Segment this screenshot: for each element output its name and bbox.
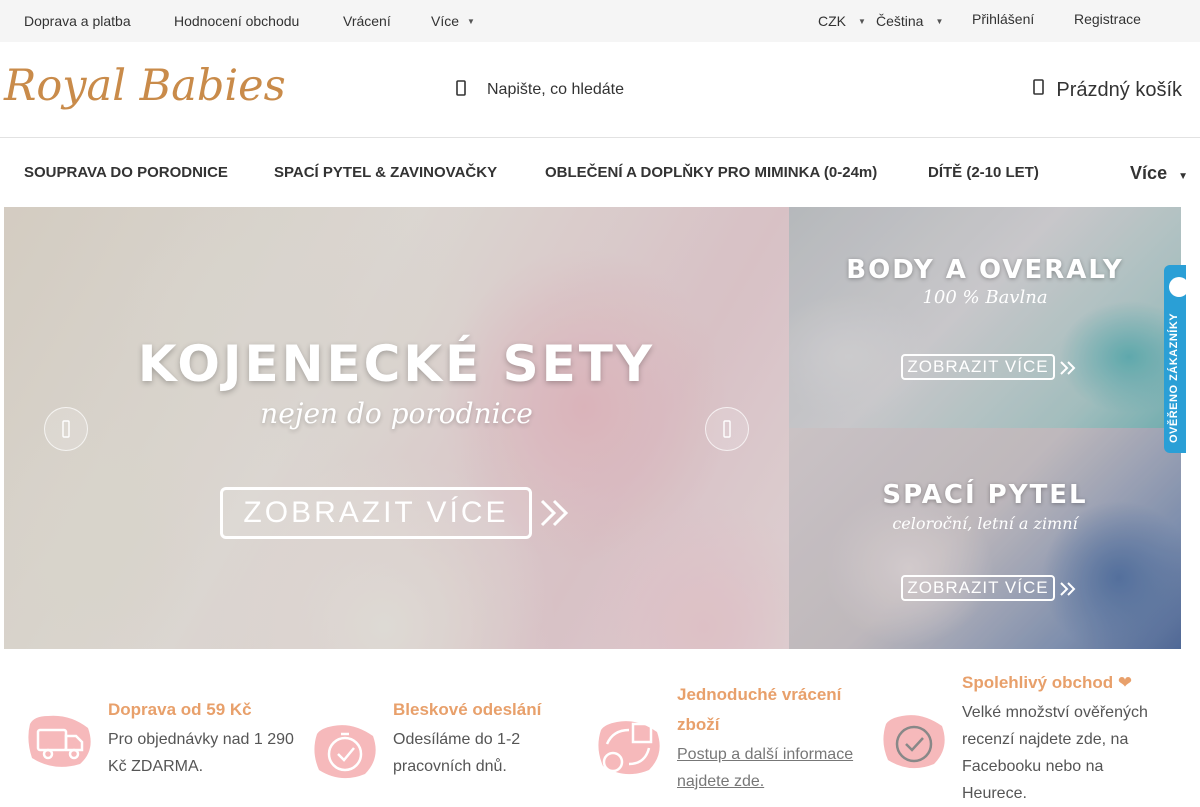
category-nav: SOUPRAVA DO PORODNICE SPACÍ PYTEL & ZAVI… bbox=[0, 139, 1200, 207]
double-chevron-icon bbox=[540, 499, 569, 527]
register-link[interactable]: Registrace bbox=[1074, 0, 1141, 40]
feature-title: Spolehlivý obchod ❤ bbox=[962, 673, 1133, 692]
feature-desc-line: Heurece. bbox=[962, 785, 1027, 802]
more-links-dropdown[interactable]: Více ▼ bbox=[431, 0, 475, 42]
nav-more-button[interactable]: Více ▼ bbox=[1130, 139, 1188, 207]
stopwatch-icon bbox=[314, 725, 376, 779]
nav-more-label: Více bbox=[1130, 163, 1168, 183]
arrow-left-icon bbox=[62, 420, 70, 438]
double-chevron-icon bbox=[1060, 361, 1076, 375]
feature-desc-line: recenzí najdete zde, na bbox=[962, 731, 1129, 748]
feature-desc-line: Facebooku nebo na bbox=[962, 758, 1104, 775]
hero-show-more-button[interactable]: ZOBRAZIT VÍCE bbox=[220, 487, 532, 539]
feature-reliable-shop: Spolehlivý obchod ❤ Velké množství ověře… bbox=[878, 660, 1178, 802]
hero-subtitle: nejen do porodnice bbox=[260, 397, 533, 430]
store-rating-link[interactable]: Hodnocení obchodu bbox=[174, 0, 299, 42]
side-banner-subtitle: celoroční, letní a zimní bbox=[892, 514, 1078, 533]
language-select[interactable]: Čeština ▼ bbox=[876, 0, 943, 42]
search-placeholder: Napište, co hledáte bbox=[487, 81, 624, 98]
chevron-down-icon: ▼ bbox=[1178, 171, 1188, 182]
side-banner-show-more-button[interactable]: ZOBRAZIT VÍCE bbox=[901, 575, 1055, 601]
more-links-label: Více bbox=[431, 13, 460, 29]
feature-title: zboží bbox=[677, 715, 720, 734]
login-link[interactable]: Přihlášení bbox=[972, 0, 1034, 40]
feature-desc-line: pracovních dnů. bbox=[393, 758, 507, 775]
feature-fast-dispatch: Bleskové odeslání Odesíláme do 1-2 praco… bbox=[309, 660, 589, 800]
feature-title: Doprava od 59 Kč bbox=[108, 700, 252, 719]
side-banner-bodysuits[interactable]: BODY A OVERALY 100 % Bavlna ZOBRAZIT VÍC… bbox=[789, 207, 1181, 428]
feature-title: Jednoduché vrácení bbox=[677, 685, 842, 704]
side-banner-show-more-button[interactable]: ZOBRAZIT VÍCE bbox=[901, 354, 1055, 380]
chevron-down-icon: ▼ bbox=[467, 16, 475, 26]
nav-item-kids[interactable]: DÍTĚ (2-10 LET) bbox=[928, 139, 1039, 207]
double-chevron-icon bbox=[1060, 582, 1076, 596]
verified-by-customers-tab[interactable]: OVĚŘENO ZÁKAZNÍKY bbox=[1164, 265, 1186, 453]
side-banner-title: BODY A OVERALY bbox=[846, 255, 1124, 285]
shipping-payment-link[interactable]: Doprava a platba bbox=[24, 0, 131, 42]
feature-easy-returns: Jednoduché vrácení zboží Postup a další … bbox=[593, 660, 873, 800]
cart-icon bbox=[1032, 76, 1046, 104]
nav-item-baby-clothing[interactable]: OBLEČENÍ A DOPLŇKY PRO MIMINKA (0-24m) bbox=[545, 139, 877, 207]
feature-desc-line: Pro objednávky nad 1 290 bbox=[108, 731, 294, 748]
truck-icon bbox=[28, 715, 91, 767]
checkmark-circle-icon bbox=[883, 715, 945, 769]
arrow-right-icon bbox=[723, 420, 731, 438]
slider-prev-button[interactable] bbox=[44, 407, 88, 451]
nav-item-maternity-set[interactable]: SOUPRAVA DO PORODNICE bbox=[24, 139, 228, 207]
logo[interactable]: Royal Babies bbox=[4, 54, 286, 118]
side-banner-sleeping-bag[interactable]: SPACÍ PYTEL celoroční, letní a zimní ZOB… bbox=[789, 428, 1181, 649]
verified-tab-label: OVĚŘENO ZÁKAZNÍKY bbox=[1168, 312, 1180, 443]
returns-info-link[interactable]: najdete zde. bbox=[677, 768, 764, 795]
side-banner-title: SPACÍ PYTEL bbox=[882, 480, 1088, 510]
search-icon bbox=[450, 77, 472, 104]
currency-select[interactable]: CZK ▼ bbox=[818, 0, 866, 42]
chevron-down-icon: ▼ bbox=[858, 16, 866, 26]
search-input[interactable]: Napište, co hledáte bbox=[450, 72, 624, 108]
hero-banner[interactable]: KOJENECKÉ SETY nejen do porodnice ZOBRAZ… bbox=[4, 207, 789, 649]
nav-item-sleeping-bag[interactable]: SPACÍ PYTEL & ZAVINOVAČKY bbox=[274, 139, 497, 207]
chevron-down-icon: ▼ bbox=[935, 16, 944, 26]
verified-badge-icon bbox=[1169, 277, 1186, 297]
feature-desc-line: Velké množství ověřených bbox=[962, 704, 1148, 721]
slider-next-button[interactable] bbox=[705, 407, 749, 451]
cart-button[interactable]: Prázdný košík bbox=[1032, 72, 1182, 108]
returns-link[interactable]: Vrácení bbox=[343, 0, 391, 42]
feature-title: Bleskové odeslání bbox=[393, 700, 542, 719]
hero-title: KOJENECKÉ SETY bbox=[137, 335, 656, 393]
language-label: Čeština bbox=[876, 13, 924, 29]
top-bar: Doprava a platba Hodnocení obchodu Vráce… bbox=[0, 0, 1200, 42]
site-header: Royal Babies Napište, co hledáte Prázdný… bbox=[0, 42, 1200, 138]
returns-info-link[interactable]: Postup a další informace bbox=[677, 741, 853, 768]
return-package-icon bbox=[598, 721, 660, 775]
cart-label: Prázdný košík bbox=[1056, 78, 1182, 101]
side-banner-subtitle: 100 % Bavlna bbox=[922, 287, 1048, 308]
feature-shipping: Doprava od 59 Kč Pro objednávky nad 1 29… bbox=[24, 660, 304, 800]
currency-label: CZK bbox=[818, 13, 846, 29]
feature-desc-line: Kč ZDARMA. bbox=[108, 758, 204, 775]
feature-desc-line: Odesíláme do 1-2 bbox=[393, 731, 521, 748]
